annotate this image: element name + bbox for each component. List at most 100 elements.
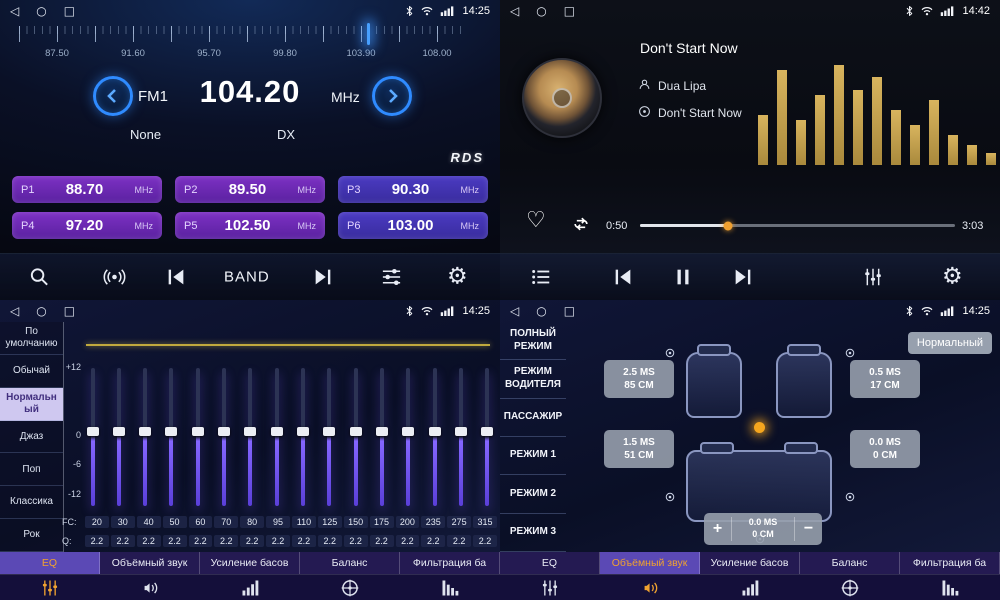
settings-gear-icon[interactable]: ⚙: [942, 266, 963, 289]
eq-tab-icon[interactable]: [500, 575, 600, 600]
settings-gear-icon[interactable]: ⚙: [447, 266, 468, 289]
eq-band-slider[interactable]: [244, 360, 257, 512]
eq-band-slider[interactable]: [428, 360, 441, 512]
eq-preset-item[interactable]: Джаз: [0, 421, 63, 454]
tuning-scale[interactable]: 87.5091.6095.7099.80103.90108.00: [15, 26, 485, 68]
next-icon[interactable]: [732, 266, 754, 288]
eq-slider-knob[interactable]: [455, 427, 467, 436]
progress-bar[interactable]: [640, 224, 955, 227]
sound-mode-item-3[interactable]: РЕЖИМ 1: [500, 437, 566, 475]
eq-band-slider[interactable]: [112, 360, 125, 512]
eq-slider-knob[interactable]: [297, 427, 309, 436]
recents-icon[interactable]: □: [564, 5, 575, 17]
eq-slider-knob[interactable]: [87, 427, 99, 436]
tab-surround-sound[interactable]: Объёмный звук: [100, 552, 200, 574]
decrease-button[interactable]: −: [795, 520, 822, 538]
album-art[interactable]: [522, 58, 602, 138]
eq-band-slider[interactable]: [481, 360, 494, 512]
back-icon[interactable]: ◁: [10, 5, 19, 17]
eq-band-slider[interactable]: [165, 360, 178, 512]
previous-icon[interactable]: [612, 266, 634, 288]
filter-tab-icon[interactable]: [400, 575, 500, 600]
eq-band-slider[interactable]: [323, 360, 336, 512]
delay-rear-right[interactable]: 0.0 MS 0 CM: [850, 430, 920, 468]
eq-slider-knob[interactable]: [271, 427, 283, 436]
balance-tab-icon[interactable]: [300, 575, 400, 600]
eq-sliders-icon[interactable]: [862, 266, 884, 288]
delay-rear-left[interactable]: 1.5 MS 51 CM: [604, 430, 674, 468]
pause-icon[interactable]: [672, 266, 694, 288]
eq-slider-knob[interactable]: [481, 427, 493, 436]
eq-preset-item[interactable]: Классика: [0, 486, 63, 519]
eq-band-slider[interactable]: [270, 360, 283, 512]
tab-surround-sound[interactable]: Объёмный звук: [600, 552, 700, 574]
eq-slider-knob[interactable]: [429, 427, 441, 436]
eq-slider-knob[interactable]: [350, 427, 362, 436]
tab-filter[interactable]: Фильтрация ба: [900, 552, 1000, 574]
favorite-icon[interactable]: ♡: [526, 210, 546, 232]
bass-boost-tab-icon[interactable]: [700, 575, 800, 600]
eq-slider-knob[interactable]: [165, 427, 177, 436]
eq-slider-knob[interactable]: [376, 427, 388, 436]
tune-up-button[interactable]: [372, 76, 412, 116]
surround-sound-tab-icon[interactable]: [100, 575, 200, 600]
repeat-icon[interactable]: [570, 214, 592, 239]
increase-button[interactable]: +: [704, 520, 731, 538]
eq-slider-knob[interactable]: [139, 427, 151, 436]
profile-button[interactable]: Нормальный: [908, 332, 992, 354]
delay-front-right[interactable]: 0.5 MS 17 CM: [850, 360, 920, 398]
previous-icon[interactable]: [165, 266, 187, 288]
back-icon[interactable]: ◁: [510, 5, 519, 17]
delay-front-left[interactable]: 2.5 MS 85 CM: [604, 360, 674, 398]
preset-button-p1[interactable]: P188.70MHz: [12, 176, 162, 203]
eq-band-slider[interactable]: [191, 360, 204, 512]
sound-mode-item-1[interactable]: РЕЖИМ ВОДИТЕЛЯ: [500, 360, 566, 398]
filter-tab-icon[interactable]: [900, 575, 1000, 600]
tab-bass-boost[interactable]: Усиление басов: [200, 552, 300, 574]
tune-down-button[interactable]: [93, 76, 133, 116]
preset-button-p6[interactable]: P6103.00MHz: [338, 212, 488, 239]
surround-sound-tab-icon[interactable]: [600, 575, 700, 600]
preset-button-p2[interactable]: P289.50MHz: [175, 176, 325, 203]
eq-band-slider[interactable]: [139, 360, 152, 512]
eq-band-slider[interactable]: [402, 360, 415, 512]
eq-band-slider[interactable]: [349, 360, 362, 512]
tab-eq[interactable]: EQ: [500, 552, 600, 574]
preset-button-p5[interactable]: P5102.50MHz: [175, 212, 325, 239]
eq-band-slider[interactable]: [86, 360, 99, 512]
sound-mode-item-5[interactable]: РЕЖИМ 3: [500, 514, 566, 552]
balance-tab-icon[interactable]: [800, 575, 900, 600]
eq-slider-knob[interactable]: [323, 427, 335, 436]
eq-band-slider[interactable]: [218, 360, 231, 512]
sound-mode-item-4[interactable]: РЕЖИМ 2: [500, 475, 566, 513]
eq-slider-knob[interactable]: [113, 427, 125, 436]
listening-position-dot[interactable]: [754, 422, 765, 433]
eq-slider-knob[interactable]: [192, 427, 204, 436]
mixer-icon[interactable]: [380, 266, 403, 289]
progress-handle[interactable]: [724, 221, 733, 230]
preset-button-p3[interactable]: P390.30MHz: [338, 176, 488, 203]
sound-mode-item-0[interactable]: ПОЛНЫЙ РЕЖИМ: [500, 322, 566, 360]
playlist-icon[interactable]: [530, 266, 552, 288]
preset-button-p4[interactable]: P497.20MHz: [12, 212, 162, 239]
eq-preset-item[interactable]: Обычай: [0, 355, 63, 388]
eq-slider-knob[interactable]: [218, 427, 230, 436]
recents-icon[interactable]: □: [64, 305, 75, 317]
tab-balance[interactable]: Баланс: [300, 552, 400, 574]
back-icon[interactable]: ◁: [510, 305, 519, 317]
next-icon[interactable]: [312, 266, 334, 288]
eq-slider-knob[interactable]: [402, 427, 414, 436]
eq-preset-item[interactable]: По умолчанию: [0, 322, 63, 355]
eq-band-slider[interactable]: [376, 360, 389, 512]
eq-preset-item[interactable]: Нормальный: [0, 388, 63, 421]
home-icon[interactable]: ○: [536, 305, 546, 317]
tab-eq[interactable]: EQ: [0, 552, 100, 574]
sound-mode-item-2[interactable]: ПАССАЖИР: [500, 399, 566, 437]
eq-preset-item[interactable]: Рок: [0, 519, 63, 552]
recents-icon[interactable]: □: [64, 5, 75, 17]
eq-band-slider[interactable]: [455, 360, 468, 512]
home-icon[interactable]: ○: [536, 5, 546, 17]
search-icon[interactable]: [28, 266, 51, 289]
back-icon[interactable]: ◁: [10, 305, 19, 317]
tab-filter[interactable]: Фильтрация ба: [400, 552, 500, 574]
